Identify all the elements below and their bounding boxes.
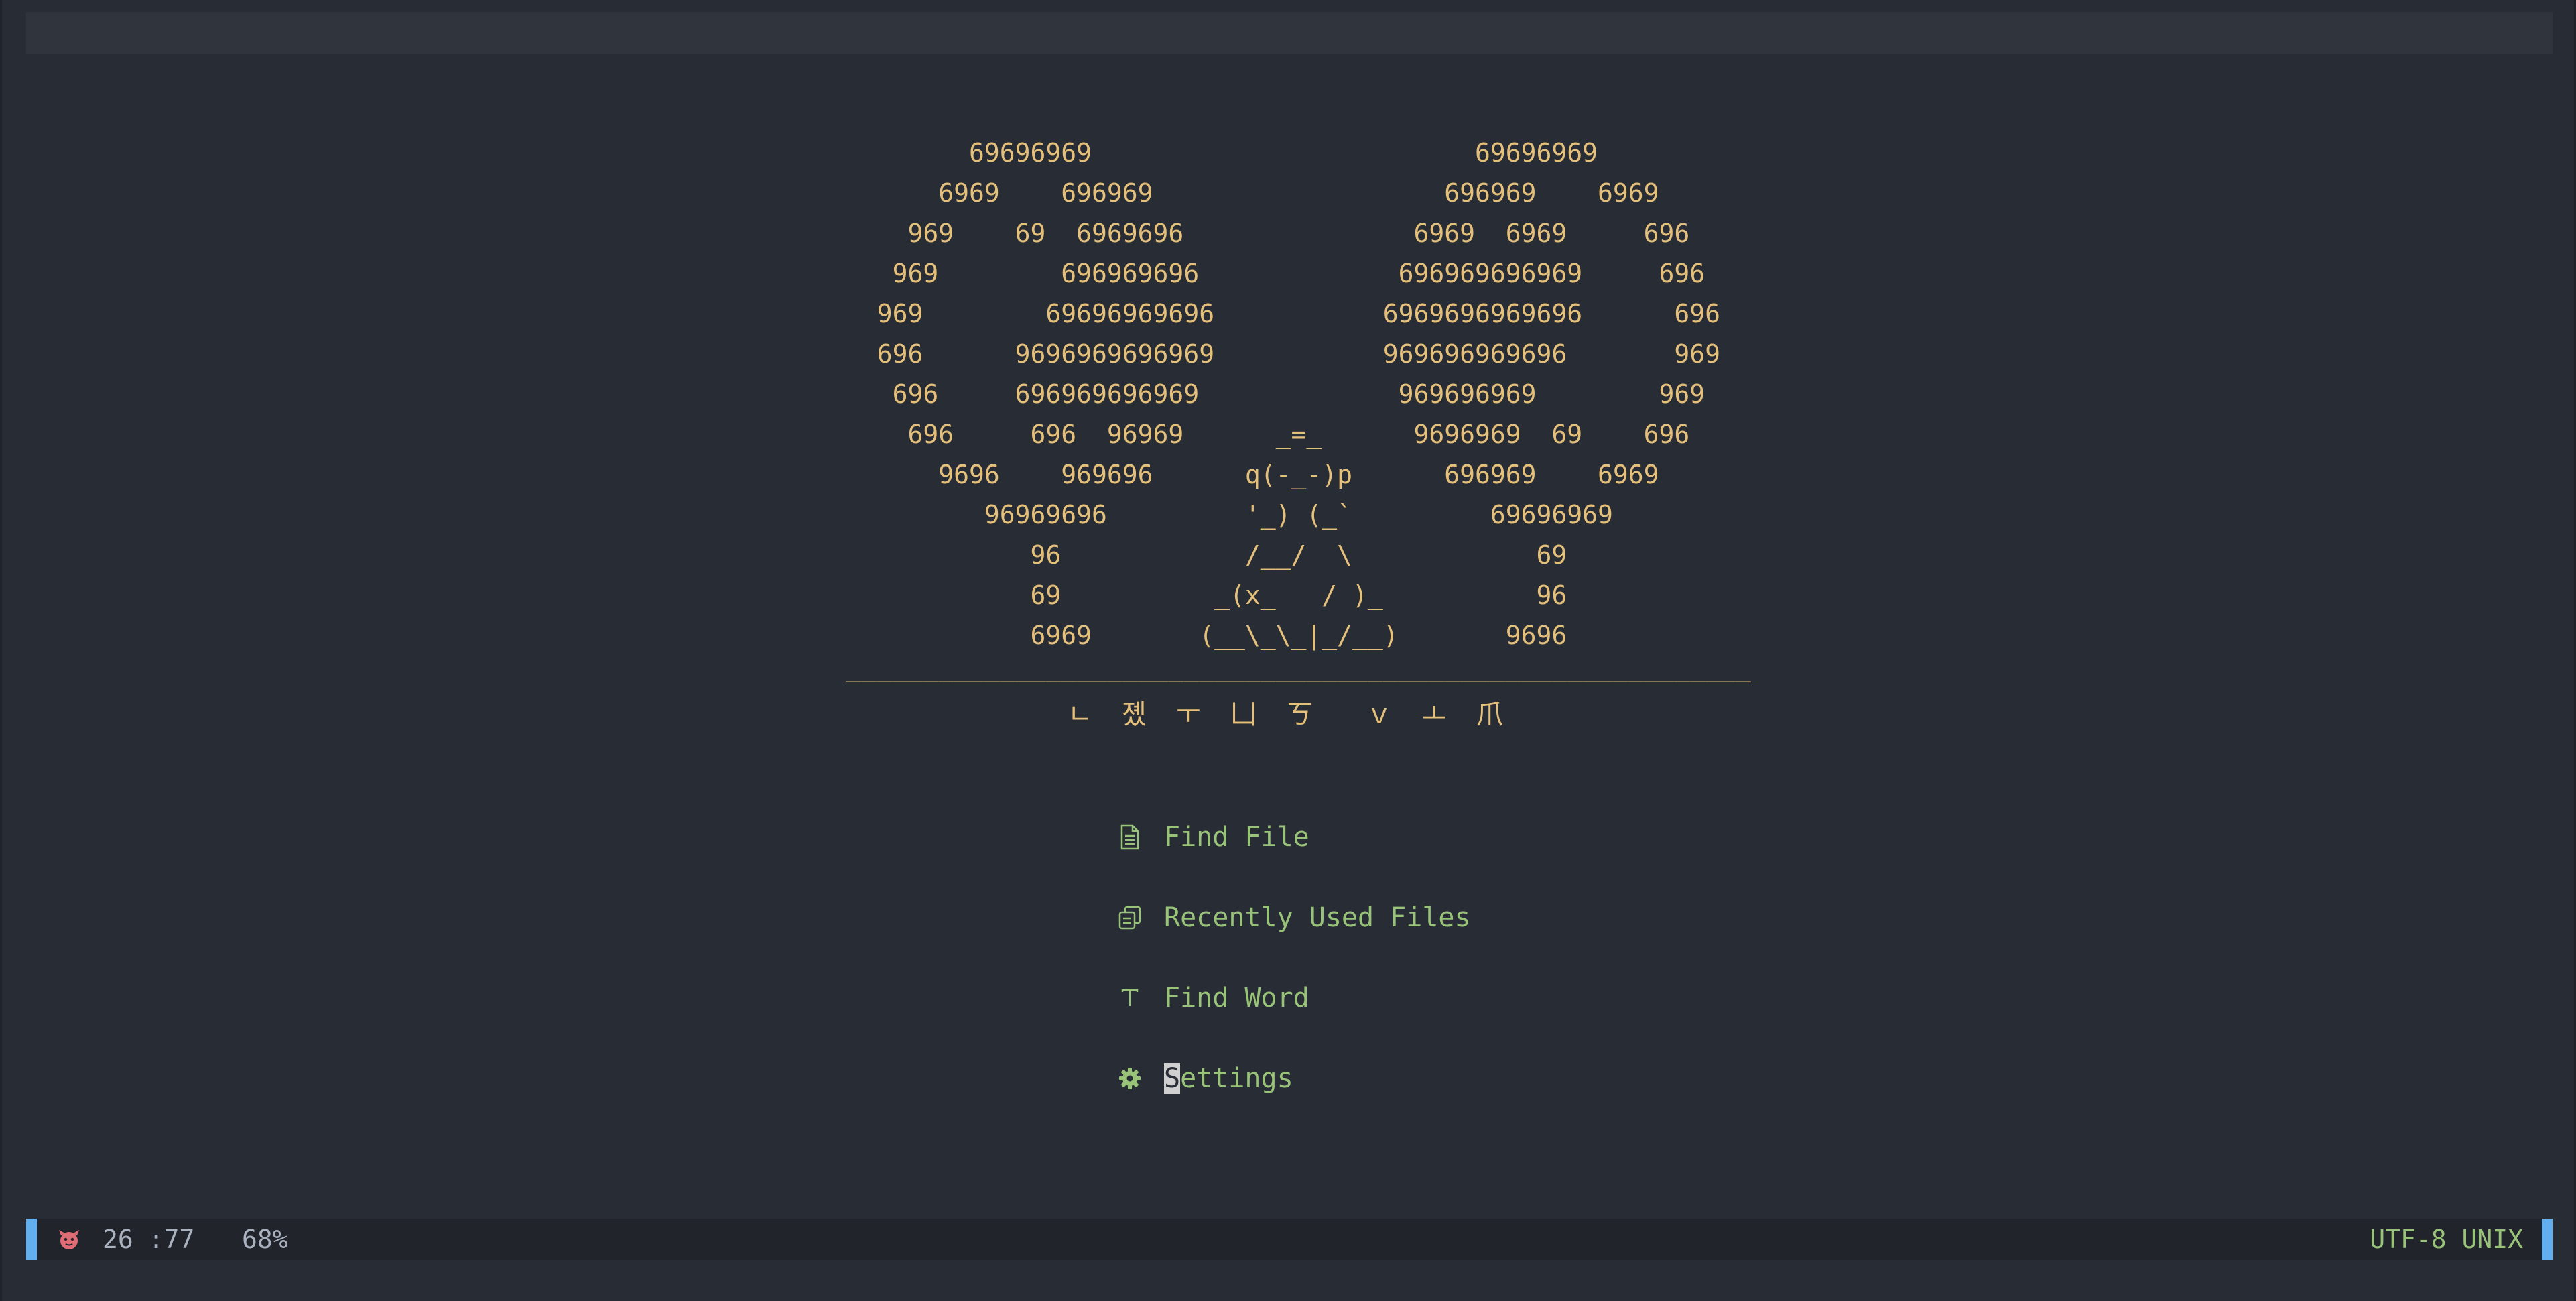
header-art-line: 969 69696969696 6969696969696 696 [846, 299, 1721, 328]
header-art-line: 696 696 96969 _=_ 9696969 69 696 [846, 420, 1690, 449]
header-art-line: 69696969 69696969 [846, 138, 1598, 168]
file-icon [1116, 817, 1144, 857]
header-art-line: 96969696 '_) (_` 69696969 [846, 500, 1613, 530]
find-file-button[interactable]: Find File [1116, 817, 1309, 857]
tabline [26, 12, 2553, 54]
header-art-line: 969 69 6969696 6969 6969 696 [846, 219, 1690, 248]
statusline: 26 :77 68% UTF-8 UNIX [26, 1219, 2553, 1260]
dashboard-title: ㄴ 졨 ㅜ 凵 ㄎ ｖ ㅗ 爪 [1068, 699, 1510, 730]
header-art-line: 696 696969696969 969696969 969 [846, 379, 1705, 409]
find-word-label: Find Word [1164, 983, 1309, 1013]
header-art-line: 96 /__/ \ 69 [846, 540, 1567, 570]
header-art-line: 6969 696969 696969 6969 [846, 178, 1659, 208]
statusline-left-accent [26, 1219, 37, 1260]
scroll-percent: 68% [242, 1225, 288, 1254]
settings-label-rest: ettings [1180, 1063, 1293, 1094]
settings-button[interactable]: Settings [1116, 1058, 1293, 1099]
neovim-window: 69696969 69696969 6969 696969 696969 696… [0, 0, 2576, 1301]
find-file-label: Find File [1164, 822, 1309, 853]
header-art-line: 69 _(x_ / )_ 96 [846, 580, 1567, 610]
header-divider: ________________________________________… [846, 653, 1751, 682]
recent-files-label: Recently Used Files [1164, 902, 1471, 933]
gear-icon [1116, 1058, 1144, 1099]
header-art-line: 696 9696969696969 969696969696 969 [846, 339, 1721, 369]
recent-files-button[interactable]: Recently Used Files [1116, 897, 1471, 938]
find-word-button[interactable]: Find Word [1116, 978, 1309, 1018]
ghost-icon [57, 1227, 81, 1251]
header-art-line: 969 696969696 696969696969 696 [846, 259, 1705, 288]
copy-icon [1116, 897, 1144, 938]
file-encoding: UTF-8 UNIX [2370, 1225, 2523, 1254]
text-cursor: S [1164, 1063, 1181, 1094]
settings-label: Settings [1164, 1063, 1293, 1094]
cursor-position: 26 :77 [103, 1225, 195, 1254]
header-art-line: 9696 969696 q(-_-)p 696969 6969 [846, 460, 1659, 489]
text-icon [1116, 978, 1144, 1018]
statusline-right-accent [2542, 1219, 2553, 1260]
